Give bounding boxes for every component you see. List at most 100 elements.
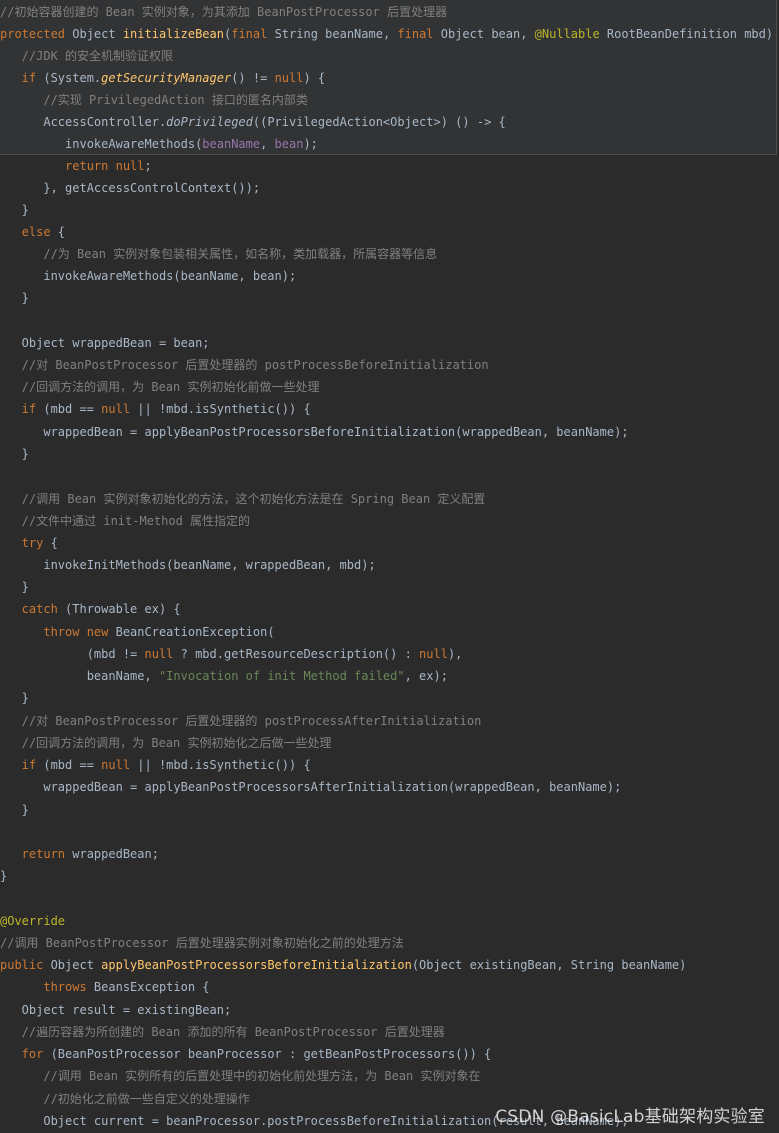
method-name: getSecurityManager <box>101 71 232 85</box>
keyword: for <box>0 1047 44 1061</box>
code-line-comment: //遍历容器为所创建的 Bean 添加的所有 BeanPostProcessor… <box>0 1025 445 1039</box>
code-line: throw new BeanCreationException( <box>0 621 779 643</box>
code-line: invokeAwareMethods(beanName, bean); <box>0 269 297 283</box>
code-editor[interactable]: //初始容器创建的 Bean 实例对象，为其添加 BeanPostProcess… <box>0 0 779 1133</box>
code-text: beanName, <box>0 669 159 683</box>
keyword: protected <box>0 27 66 41</box>
code-line-comment: //为 Bean 实例对象包装相关属性，如名称，类加载器，所属容器等信息 <box>0 247 438 261</box>
code-line-comment: //初始容器创建的 Bean 实例对象，为其添加 BeanPostProcess… <box>0 5 448 19</box>
code-text: Object <box>65 27 123 41</box>
code-line: invokeAwareMethods(beanName, bean); <box>0 133 779 155</box>
method-name: doPrivileged <box>166 115 253 129</box>
code-text: BeanCreationException( <box>108 625 275 639</box>
code-text: ; <box>144 159 152 173</box>
keyword: return null <box>0 159 145 173</box>
code-text: String beanName, <box>267 27 398 41</box>
code-line-comment: //对 BeanPostProcessor 后置处理器的 postProcess… <box>0 714 482 728</box>
code-text: BeansException { <box>86 980 210 994</box>
code-text: ); <box>303 137 318 151</box>
code-text: (BeanPostProcessor beanProcessor : getBe… <box>43 1047 492 1061</box>
keyword: final <box>397 27 434 41</box>
parameter: bean <box>274 137 304 151</box>
code-text: { <box>43 536 58 550</box>
code-line: (mbd != null ? mbd.getResourceDescriptio… <box>0 643 779 665</box>
keyword: throw new <box>0 625 109 639</box>
code-text: (Throwable ex) { <box>57 602 181 616</box>
keyword: null <box>101 758 131 772</box>
code-text: , ex); <box>404 669 448 683</box>
code-line: try { <box>0 532 779 554</box>
code-line-comment: //回调方法的调用，为 Bean 实例初始化前做一些处理 <box>0 380 320 394</box>
code-line: return null; <box>0 155 779 177</box>
code-line: } <box>0 203 29 217</box>
code-line-method-signature: protected Object initializeBean(final St… <box>0 23 779 45</box>
code-line-method-signature: public Object applyBeanPostProcessorsBef… <box>0 954 779 976</box>
keyword: if <box>0 71 37 85</box>
keyword: final <box>231 27 268 41</box>
string-literal: "Invocation of init Method failed" <box>158 669 405 683</box>
code-line-comment: //调用 Bean 实例所有的后置处理中的初始化前处理方法，为 Bean 实例对… <box>0 1069 481 1083</box>
code-text: AccessController. <box>0 115 167 129</box>
code-text: { <box>50 225 66 239</box>
code-line: if (mbd == null || !mbd.isSynthetic()) { <box>0 754 779 776</box>
code-text: wrappedBean; <box>65 847 159 861</box>
code-text: ? mbd.getResourceDescription() : <box>173 647 420 661</box>
code-line: } <box>0 291 29 305</box>
code-text: RootBeanDefinition mbd) { <box>599 27 779 41</box>
parameter: beanName <box>202 137 261 151</box>
code-line-comment: //实现 PrivilegedAction 接口的匿名内部类 <box>0 93 308 107</box>
code-line: if (System.getSecurityManager() != null)… <box>0 67 779 89</box>
code-text: (Object existingBean, String beanName) <box>411 958 687 972</box>
keyword: return <box>0 847 66 861</box>
code-line-comment: //文件中通过 init-Method 属性指定的 <box>0 514 251 528</box>
annotation: @Nullable <box>534 27 600 41</box>
keyword: null <box>419 647 448 661</box>
keyword: public <box>0 958 44 972</box>
code-line: if (mbd == null || !mbd.isSynthetic()) { <box>0 398 779 420</box>
code-text: ) { <box>303 71 326 85</box>
code-text: invokeAwareMethods( <box>0 137 203 151</box>
code-text: ((PrivilegedAction<Object>) () -> { <box>252 115 506 129</box>
keyword: throws <box>0 980 87 994</box>
code-line-comment: //调用 BeanPostProcessor 后置处理器实例对象初始化之前的处理… <box>0 936 404 950</box>
code-text: (mbd == <box>36 402 102 416</box>
keyword: null <box>274 71 304 85</box>
method-name: applyBeanPostProcessorsBeforeInitializat… <box>101 958 412 972</box>
code-line: else { <box>0 221 779 243</box>
code-line: wrappedBean = applyBeanPostProcessorsBef… <box>0 425 629 439</box>
code-line: return wrappedBean; <box>0 843 779 865</box>
code-text: ), <box>447 647 463 661</box>
code-text: (mbd != <box>0 647 145 661</box>
code-text: Object <box>43 958 102 972</box>
code-text: (mbd == <box>36 758 102 772</box>
code-line: Object wrappedBean = bean; <box>0 336 210 350</box>
keyword: null <box>144 647 174 661</box>
code-line: for (BeanPostProcessor beanProcessor : g… <box>0 1043 779 1065</box>
code-text: , <box>260 137 275 151</box>
code-line: } <box>0 580 29 594</box>
code-line: throws BeansException { <box>0 976 779 998</box>
keyword: null <box>101 402 131 416</box>
code-text: || !mbd.isSynthetic()) { <box>130 758 311 772</box>
code-line: } <box>0 447 29 461</box>
code-line: }, getAccessControlContext()); <box>0 181 261 195</box>
code-line-annotation: @Override <box>0 914 66 928</box>
code-line: Object result = existingBean; <box>0 1003 232 1017</box>
code-line: invokeInitMethods(beanName, wrappedBean,… <box>0 558 376 572</box>
code-text: || !mbd.isSynthetic()) { <box>130 402 311 416</box>
code-line: } <box>0 691 29 705</box>
keyword: if <box>0 402 37 416</box>
code-text: () != <box>231 71 275 85</box>
code-line: catch (Throwable ex) { <box>0 598 779 620</box>
keyword: else <box>0 225 51 239</box>
method-name: initializeBean <box>122 27 224 41</box>
code-line-comment: //调用 Bean 实例对象初始化的方法，这个初始化方法是在 Spring Be… <box>0 492 486 506</box>
code-line-comment: //JDK 的安全机制验证权限 <box>0 49 174 63</box>
code-line: AccessController.doPrivileged((Privilege… <box>0 111 779 133</box>
code-text: Object bean, <box>433 27 535 41</box>
code-line: beanName, "Invocation of init Method fai… <box>0 665 779 687</box>
code-line-comment: //对 BeanPostProcessor 后置处理器的 postProcess… <box>0 358 489 372</box>
code-line-comment: //回调方法的调用，为 Bean 实例初始化之后做一些处理 <box>0 736 332 750</box>
code-line: wrappedBean = applyBeanPostProcessorsAft… <box>0 780 622 794</box>
keyword: try <box>0 536 44 550</box>
